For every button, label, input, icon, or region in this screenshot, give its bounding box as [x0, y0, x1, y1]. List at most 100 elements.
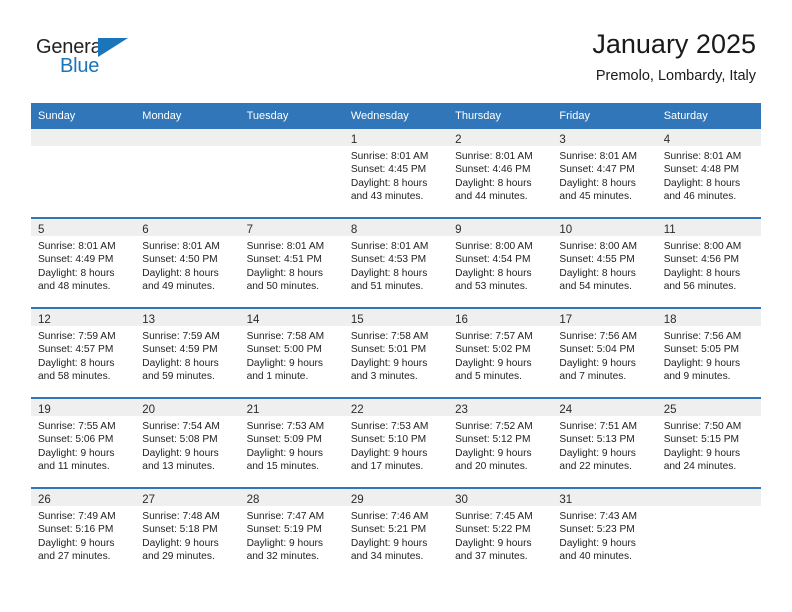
sunrise-line: Sunrise: 8:00 AM: [559, 241, 637, 252]
day-number: 22: [350, 404, 364, 416]
calendar-day-cell[interactable]: 28 Sunrise: 7:47 AM Sunset: 5:19 PM Dayligh…: [239, 487, 344, 577]
daylight-line: Daylight: 9 hours: [38, 447, 115, 459]
day-number-band: [239, 129, 344, 146]
daylight-line-cont: and 50 minutes.: [246, 281, 320, 293]
day-number-band: 18: [656, 309, 761, 326]
location-subtitle: Premolo, Lombardy, Italy: [595, 68, 756, 84]
day-number: 1: [350, 134, 358, 146]
sunset-line: Sunset: 5:18 PM: [142, 524, 218, 536]
day-detail-block: Sunrise: 7:46 AM Sunset: 5:21 PM Daylight:…: [344, 506, 448, 564]
daylight-line: Daylight: 9 hours: [663, 447, 741, 459]
day-number: 7: [246, 224, 253, 236]
daylight-line-cont: and 20 minutes.: [455, 461, 528, 473]
sunset-line: Sunset: 5:08 PM: [142, 434, 218, 446]
calendar-day-cell[interactable]: 13 Sunrise: 7:59 AM Sunset: 4:59 PM Dayligh…: [135, 307, 240, 398]
calendar-day-cell[interactable]: 8 Sunrise: 8:01 AM Sunset: 4:53 PM Daylight…: [343, 217, 449, 308]
calendar-day-cell[interactable]: 29 Sunrise: 7:46 AM Sunset: 5:21 PM Dayligh…: [343, 487, 449, 577]
calendar-day-cell[interactable]: 12 Sunrise: 7:59 AM Sunset: 4:57 PM Dayligh…: [31, 307, 136, 398]
daylight-line-cont: and 22 minutes.: [559, 461, 632, 473]
calendar-day-cell[interactable]: 3 Sunrise: 8:01 AM Sunset: 4:47 PM Daylight…: [552, 129, 657, 218]
calendar-day-cell[interactable]: 9 Sunrise: 8:00 AM Sunset: 4:54 PM Daylight…: [448, 217, 553, 308]
sunset-line: Sunset: 4:46 PM: [455, 164, 531, 176]
calendar-day-cell[interactable]: 16 Sunrise: 7:57 AM Sunset: 5:02 PM Dayligh…: [448, 307, 553, 398]
calendar-day-cell[interactable]: 21 Sunrise: 7:53 AM Sunset: 5:09 PM Dayligh…: [239, 397, 344, 488]
calendar-day-cell[interactable]: 18 Sunrise: 7:56 AM Sunset: 5:05 PM Dayligh…: [656, 307, 761, 398]
day-number-band: [31, 129, 136, 146]
day-detail-block: Sunrise: 7:56 AM Sunset: 5:04 PM Daylight:…: [552, 326, 656, 384]
day-detail-block: Sunrise: 7:48 AM Sunset: 5:18 PM Daylight:…: [135, 506, 239, 564]
calendar-day-cell[interactable]: 6 Sunrise: 8:01 AM Sunset: 4:50 PM Daylight…: [135, 217, 240, 308]
daylight-line-cont: and 1 minute.: [246, 371, 309, 383]
general-blue-logo[interactable]: General Blue: [36, 36, 156, 84]
weekday-header-saturday: Saturday: [656, 103, 761, 129]
day-number: 30: [455, 494, 468, 506]
calendar-day-cell[interactable]: 10 Sunrise: 8:00 AM Sunset: 4:55 PM Dayligh…: [552, 217, 657, 308]
calendar-day-cell[interactable]: 31 Sunrise: 7:43 AM Sunset: 5:23 PM Dayligh…: [552, 487, 657, 577]
daylight-line: Daylight: 8 hours: [559, 177, 636, 189]
day-detail-block: Sunrise: 7:57 AM Sunset: 5:02 PM Daylight:…: [448, 326, 552, 384]
day-number-band: 29: [343, 489, 449, 506]
calendar-day-cell[interactable]: 11 Sunrise: 8:00 AM Sunset: 4:56 PM Dayligh…: [656, 217, 761, 308]
calendar-day-cell[interactable]: 19 Sunrise: 7:55 AM Sunset: 5:06 PM Dayligh…: [31, 397, 136, 488]
sunrise-line: Sunrise: 8:01 AM: [350, 241, 429, 252]
daylight-line: Daylight: 8 hours: [559, 267, 636, 279]
calendar-week-row: 1 Sunrise: 8:01 AM Sunset: 4:45 PM Daylight…: [31, 129, 761, 218]
calendar-week-row: 26 Sunrise: 7:49 AM Sunset: 5:16 PM Dayligh…: [31, 487, 761, 577]
day-number: 9: [455, 224, 462, 236]
day-detail-block: Sunrise: 7:55 AM Sunset: 5:06 PM Daylight:…: [31, 416, 135, 474]
sunrise-line: Sunrise: 7:56 AM: [663, 331, 742, 342]
calendar-day-cell[interactable]: 5 Sunrise: 8:01 AM Sunset: 4:49 PM Daylight…: [31, 217, 136, 308]
calendar-week-row: 12 Sunrise: 7:59 AM Sunset: 4:57 PM Dayligh…: [31, 307, 761, 398]
calendar-day-cell[interactable]: 14 Sunrise: 7:58 AM Sunset: 5:00 PM Dayligh…: [239, 307, 344, 398]
calendar-day-cell[interactable]: 15 Sunrise: 7:58 AM Sunset: 5:01 PM Dayligh…: [343, 307, 449, 398]
sunset-line: Sunset: 5:05 PM: [663, 344, 740, 356]
sunrise-line: Sunrise: 8:01 AM: [559, 151, 637, 162]
daylight-line-cont: and 17 minutes.: [350, 461, 424, 473]
calendar-week-row: 5 Sunrise: 8:01 AM Sunset: 4:49 PM Daylight…: [31, 217, 761, 308]
day-number-band: 23: [448, 399, 553, 416]
day-number: 21: [246, 404, 260, 416]
day-detail-block: Sunrise: 8:01 AM Sunset: 4:50 PM Daylight:…: [135, 236, 239, 294]
day-detail-block: Sunrise: 7:56 AM Sunset: 5:05 PM Daylight:…: [657, 326, 761, 384]
day-detail-block: Sunrise: 7:53 AM Sunset: 5:10 PM Daylight:…: [344, 416, 448, 474]
calendar-day-cell[interactable]: 26 Sunrise: 7:49 AM Sunset: 5:16 PM Dayligh…: [31, 487, 136, 577]
sunset-line: Sunset: 4:55 PM: [559, 254, 635, 266]
day-number: 26: [38, 494, 51, 506]
sunset-line: Sunset: 5:04 PM: [559, 344, 635, 356]
day-number-band: 19: [31, 399, 136, 416]
daylight-line-cont: and 9 minutes.: [663, 371, 731, 383]
daylight-line: Daylight: 8 hours: [350, 177, 428, 189]
calendar-day-cell-empty: [31, 129, 136, 218]
weekday-header-monday: Monday: [135, 103, 240, 129]
calendar-day-cell[interactable]: 20 Sunrise: 7:54 AM Sunset: 5:08 PM Dayligh…: [135, 397, 240, 488]
day-detail-block: Sunrise: 7:53 AM Sunset: 5:09 PM Daylight:…: [240, 416, 344, 474]
daylight-line: Daylight: 8 hours: [350, 267, 428, 279]
calendar-day-cell[interactable]: 25 Sunrise: 7:50 AM Sunset: 5:15 PM Dayligh…: [656, 397, 761, 488]
calendar-day-cell[interactable]: 7 Sunrise: 8:01 AM Sunset: 4:51 PM Daylight…: [239, 217, 344, 308]
day-detail-block: Sunrise: 8:00 AM Sunset: 4:56 PM Daylight:…: [657, 236, 761, 294]
daylight-line-cont: and 7 minutes.: [559, 371, 627, 383]
calendar-day-cell[interactable]: 23 Sunrise: 7:52 AM Sunset: 5:12 PM Dayligh…: [448, 397, 553, 488]
day-number-band: 11: [656, 219, 761, 236]
calendar-day-cell[interactable]: 17 Sunrise: 7:56 AM Sunset: 5:04 PM Dayligh…: [552, 307, 657, 398]
day-number-band: 7: [239, 219, 344, 236]
daylight-line: Daylight: 9 hours: [38, 537, 115, 549]
day-number-band: 30: [448, 489, 553, 506]
calendar-day-cell[interactable]: 24 Sunrise: 7:51 AM Sunset: 5:13 PM Dayligh…: [552, 397, 657, 488]
day-detail-block: Sunrise: 7:58 AM Sunset: 5:01 PM Daylight:…: [344, 326, 448, 384]
logo-text-blue: Blue: [60, 55, 100, 77]
calendar-day-cell[interactable]: 1 Sunrise: 8:01 AM Sunset: 4:45 PM Daylight…: [343, 129, 449, 218]
calendar-day-cell[interactable]: 22 Sunrise: 7:53 AM Sunset: 5:10 PM Dayligh…: [343, 397, 449, 488]
calendar-day-cell[interactable]: 2 Sunrise: 8:01 AM Sunset: 4:46 PM Daylight…: [448, 129, 553, 218]
day-detail-block: [657, 506, 761, 510]
day-number: 13: [142, 314, 156, 326]
calendar-day-cell[interactable]: 4 Sunrise: 8:01 AM Sunset: 4:48 PM Daylight…: [656, 129, 761, 218]
calendar-day-cell[interactable]: 30 Sunrise: 7:45 AM Sunset: 5:22 PM Dayligh…: [448, 487, 553, 577]
sunset-line: Sunset: 5:10 PM: [350, 434, 427, 446]
daylight-line: Daylight: 9 hours: [246, 357, 324, 369]
calendar-day-cell[interactable]: 27 Sunrise: 7:48 AM Sunset: 5:18 PM Dayligh…: [135, 487, 240, 577]
sunrise-line: Sunrise: 8:01 AM: [663, 151, 742, 162]
day-number-band: 9: [448, 219, 553, 236]
day-detail-block: Sunrise: 7:52 AM Sunset: 5:12 PM Daylight:…: [448, 416, 552, 474]
day-detail-block: Sunrise: 8:01 AM Sunset: 4:48 PM Daylight:…: [657, 146, 761, 204]
